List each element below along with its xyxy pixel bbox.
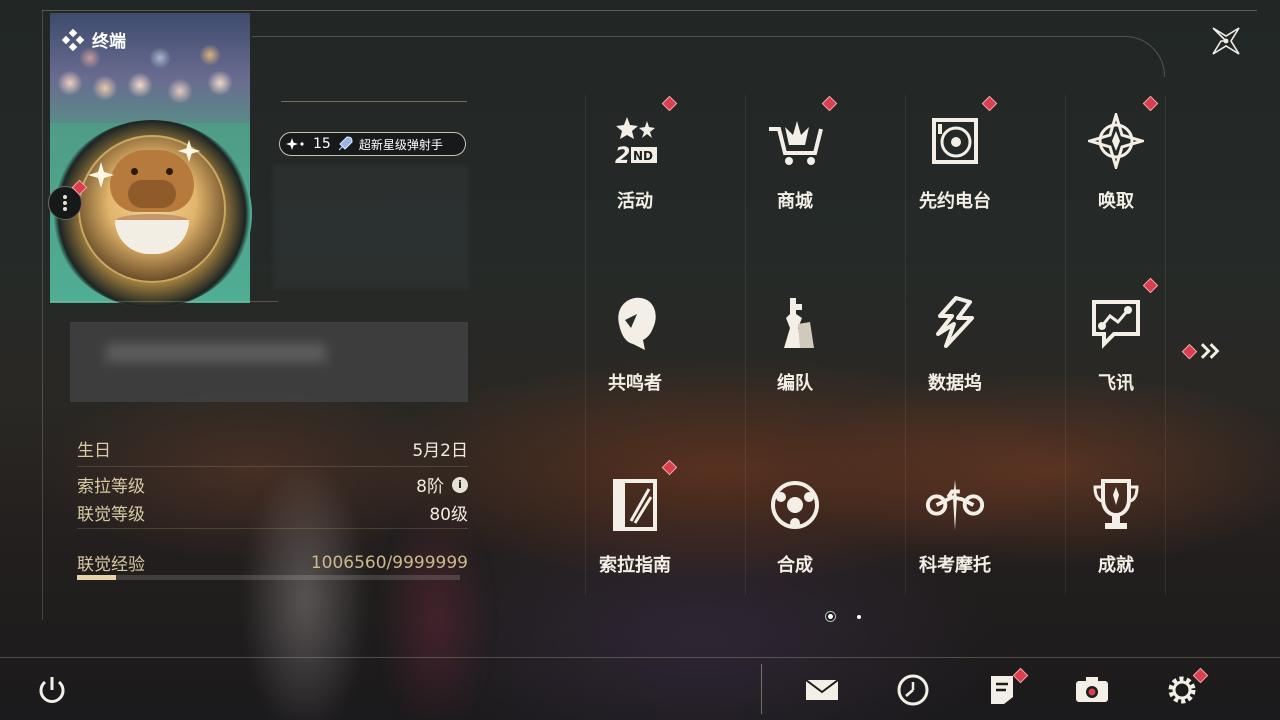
bottom-bar-separator — [761, 664, 762, 714]
power-icon — [39, 677, 65, 703]
avatar-capybara-nose — [128, 180, 176, 208]
avatar-eye — [166, 168, 173, 175]
trophy-icon — [1084, 473, 1148, 537]
sparkle-icon — [177, 139, 201, 163]
menu-item-data-dock[interactable]: 数据坞 — [875, 273, 1035, 455]
notice-icon — [991, 676, 1013, 704]
menu-item-label: 索拉指南 — [599, 555, 671, 576]
menu-item-label: 成就 — [1098, 555, 1134, 576]
guidebook-icon — [603, 473, 667, 537]
svg-text:ND: ND — [633, 149, 653, 163]
info-row-union-level: 联觉等级 80级 — [77, 500, 468, 525]
menu-item-radio[interactable]: 先约电台 — [875, 91, 1035, 273]
event-2nd-icon: 2 ND — [603, 109, 667, 173]
info-label: 生日 — [77, 441, 111, 461]
info-label: 联觉等级 — [77, 505, 145, 525]
sparkle-icon — [88, 162, 114, 188]
close-icon — [1212, 27, 1240, 55]
info-value: 80级 — [429, 505, 468, 525]
experience-bar — [77, 575, 460, 580]
summon-compass-icon — [1084, 109, 1148, 173]
terminal-diamond-icon — [62, 28, 84, 51]
avatar-eye — [131, 168, 138, 175]
menu-item-guidebook[interactable]: 索拉指南 — [555, 455, 715, 637]
shop-cart-icon — [763, 109, 827, 173]
resonator-icon — [603, 291, 667, 355]
menu-item-label: 编队 — [777, 373, 813, 394]
close-button[interactable] — [1200, 18, 1252, 64]
notification-dot — [1181, 343, 1198, 359]
info-row-sola-level: 索拉等级 8阶 i — [77, 472, 468, 497]
menu-item-label: 商城 — [777, 191, 813, 212]
menu-item-shop-cart[interactable]: 商城 — [715, 91, 875, 273]
bottom-bar-divider — [0, 657, 1280, 658]
info-label: 联觉经验 — [77, 555, 145, 575]
clock-icon — [897, 674, 929, 706]
frame-inner-curve — [252, 36, 1165, 77]
menu-item-motorbike[interactable]: 科考摩托 — [875, 455, 1035, 637]
camera-icon — [1076, 677, 1108, 702]
name-area — [70, 322, 468, 402]
experience-bar-fill — [77, 575, 116, 580]
info-divider — [77, 466, 468, 467]
clock-button[interactable] — [891, 668, 935, 712]
radio-icon — [923, 109, 987, 173]
badge-level: 15 — [313, 136, 331, 152]
menu-item-trophy[interactable]: 成就 — [1036, 455, 1196, 637]
info-icon[interactable]: i — [452, 476, 468, 493]
next-page-button[interactable] — [1181, 339, 1222, 363]
notice-button[interactable] — [980, 667, 1029, 712]
synthesis-icon — [763, 473, 827, 537]
info-row-experience: 联觉经验 1006560/9999999 — [77, 550, 468, 576]
menu-item-label: 先约电台 — [919, 191, 991, 212]
page-dot[interactable] — [857, 614, 861, 619]
info-divider — [77, 528, 468, 529]
message-chat-icon — [1084, 291, 1148, 355]
info-value: 8阶 — [416, 477, 444, 497]
menu-item-label: 共鸣者 — [608, 373, 662, 394]
data-dock-icon — [923, 291, 987, 355]
page-dot-active[interactable] — [828, 614, 833, 619]
menu-item-label: 飞讯 — [1098, 373, 1134, 394]
title-badge[interactable]: 15 超新星级弹射手 — [279, 132, 466, 156]
profile-divider — [50, 301, 278, 302]
menu-item-event-2nd[interactable]: 2 ND 活动 — [555, 91, 715, 273]
star-sparkle-icon — [286, 138, 304, 150]
badge-title: 超新星级弹射手 — [358, 137, 443, 152]
info-label: 索拉等级 — [77, 477, 145, 497]
frame-line-top — [42, 10, 1257, 11]
terminal-title-text: 终端 — [92, 32, 126, 52]
mail-icon — [805, 679, 839, 700]
signature-area — [273, 165, 469, 289]
camera-button[interactable] — [1070, 668, 1114, 712]
menu-item-label: 合成 — [777, 555, 813, 576]
motorbike-icon — [923, 473, 987, 537]
menu-item-label: 活动 — [617, 191, 653, 212]
rocket-icon — [338, 136, 353, 151]
more-vertical-icon — [63, 195, 67, 211]
menu-item-label: 科考摩托 — [919, 555, 991, 576]
menu-item-label: 数据坞 — [928, 373, 982, 394]
power-button[interactable] — [30, 668, 74, 712]
terminal-title: 终端 — [62, 27, 126, 52]
double-chevron-right-icon — [1200, 343, 1220, 359]
menu-item-synthesis[interactable]: 合成 — [715, 455, 875, 637]
menu-item-resonator[interactable]: 共鸣者 — [555, 273, 715, 455]
menu-item-label: 唤取 — [1098, 191, 1134, 212]
chess-team-icon — [763, 291, 827, 355]
menu-item-summon-compass[interactable]: 唤取 — [1036, 91, 1196, 273]
page-indicator — [828, 614, 861, 619]
mail-button[interactable] — [800, 668, 844, 712]
settings-button[interactable] — [1160, 667, 1209, 712]
frame-line-left — [42, 10, 43, 620]
menu-item-chess-team[interactable]: 编队 — [715, 273, 875, 455]
info-value: 1006560/9999999 — [310, 552, 468, 573]
signature-divider — [281, 101, 467, 102]
menu-item-message-chat[interactable]: 飞讯 — [1036, 273, 1196, 455]
info-row-birthday: 生日 5月2日 — [77, 436, 468, 461]
info-value: 5月2日 — [412, 441, 468, 461]
svg-text:2: 2 — [615, 144, 630, 169]
